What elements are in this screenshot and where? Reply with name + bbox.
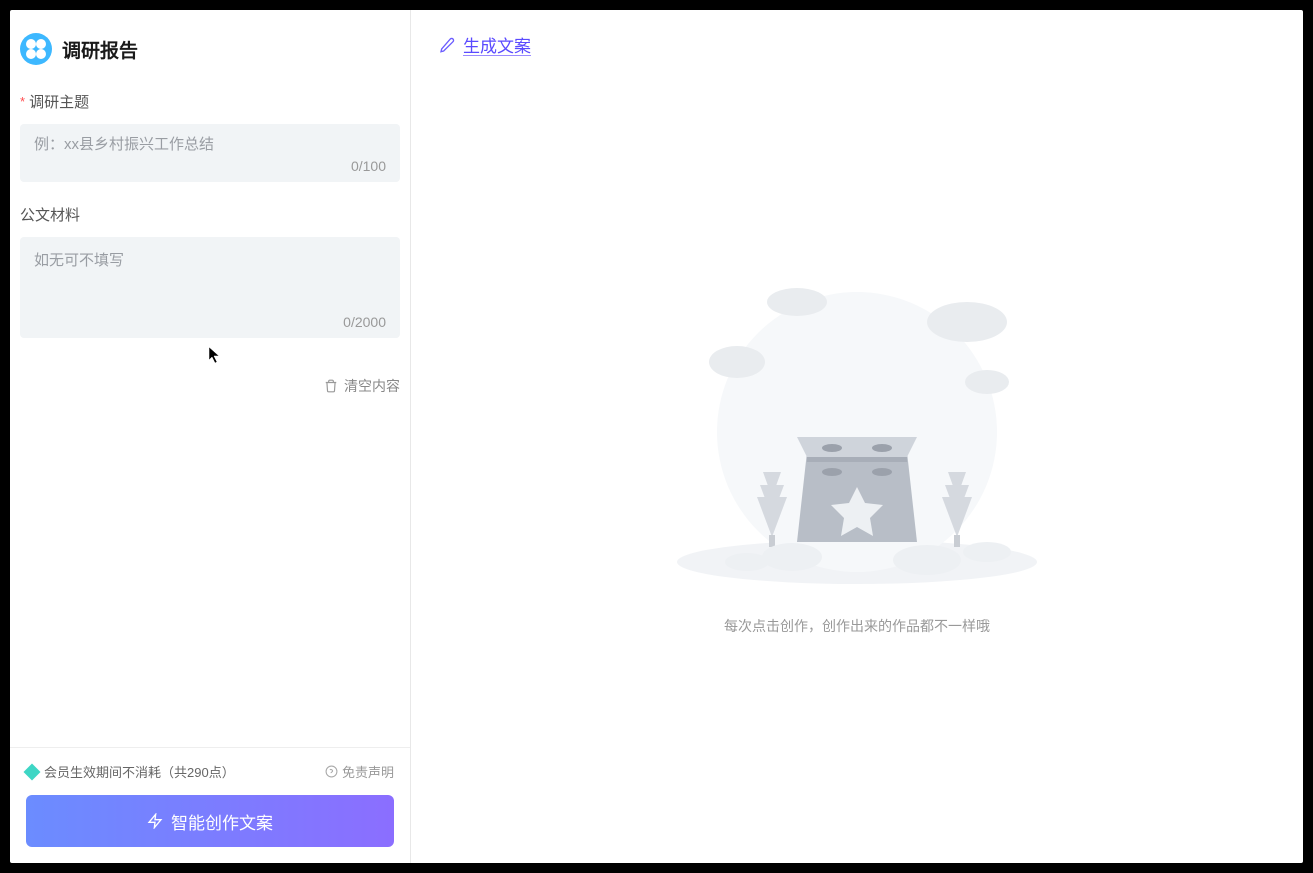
topic-counter: 0/100 <box>34 158 386 174</box>
app-logo-icon <box>20 33 52 65</box>
topic-input-wrap: 0/100 <box>20 124 400 182</box>
topic-input[interactable] <box>34 136 386 153</box>
clear-label: 清空内容 <box>344 376 400 396</box>
sidebar: 调研报告 * 调研主题 0/100 公文材料 0/2000 <box>10 10 411 863</box>
material-input[interactable] <box>34 249 386 305</box>
sidebar-footer: 会员生效期间不消耗（共290点） 免责声明 <box>10 747 410 863</box>
material-label: 公文材料 <box>20 204 400 225</box>
empty-illustration-icon <box>657 262 1057 592</box>
empty-state: 每次点击创作，创作出来的作品都不一样哦 <box>439 57 1275 841</box>
lightning-icon <box>147 813 163 829</box>
main-header: 生成文案 <box>439 32 1275 57</box>
topic-label-text: 调研主题 <box>29 91 89 112</box>
diamond-icon <box>24 763 41 780</box>
main-area: 生成文案 <box>411 10 1303 863</box>
sidebar-header: 调研报告 <box>10 10 410 81</box>
edit-icon <box>439 37 455 53</box>
points-info: 会员生效期间不消耗（共290点） <box>26 762 235 781</box>
material-counter: 0/2000 <box>34 314 386 330</box>
app-title: 调研报告 <box>62 36 138 63</box>
create-button-label: 智能创作文案 <box>171 809 273 834</box>
footer-info: 会员生效期间不消耗（共290点） 免责声明 <box>26 762 394 781</box>
create-button[interactable]: 智能创作文案 <box>26 795 394 847</box>
material-input-wrap: 0/2000 <box>20 237 400 338</box>
generate-tab[interactable]: 生成文案 <box>463 32 531 57</box>
disclaimer-text: 免责声明 <box>342 762 394 781</box>
clear-button[interactable]: 清空内容 <box>20 360 400 396</box>
form-group-material: 公文材料 0/2000 <box>20 204 400 338</box>
trash-icon <box>324 379 338 393</box>
points-text: 会员生效期间不消耗（共290点） <box>44 762 235 781</box>
info-icon <box>325 765 338 778</box>
form-group-topic: * 调研主题 0/100 <box>20 91 400 182</box>
required-star-icon: * <box>20 94 25 109</box>
disclaimer-link[interactable]: 免责声明 <box>325 762 394 781</box>
topic-label: * 调研主题 <box>20 91 400 112</box>
form-area: * 调研主题 0/100 公文材料 0/2000 <box>10 81 410 747</box>
material-label-text: 公文材料 <box>20 204 80 225</box>
empty-text: 每次点击创作，创作出来的作品都不一样哦 <box>724 616 990 636</box>
